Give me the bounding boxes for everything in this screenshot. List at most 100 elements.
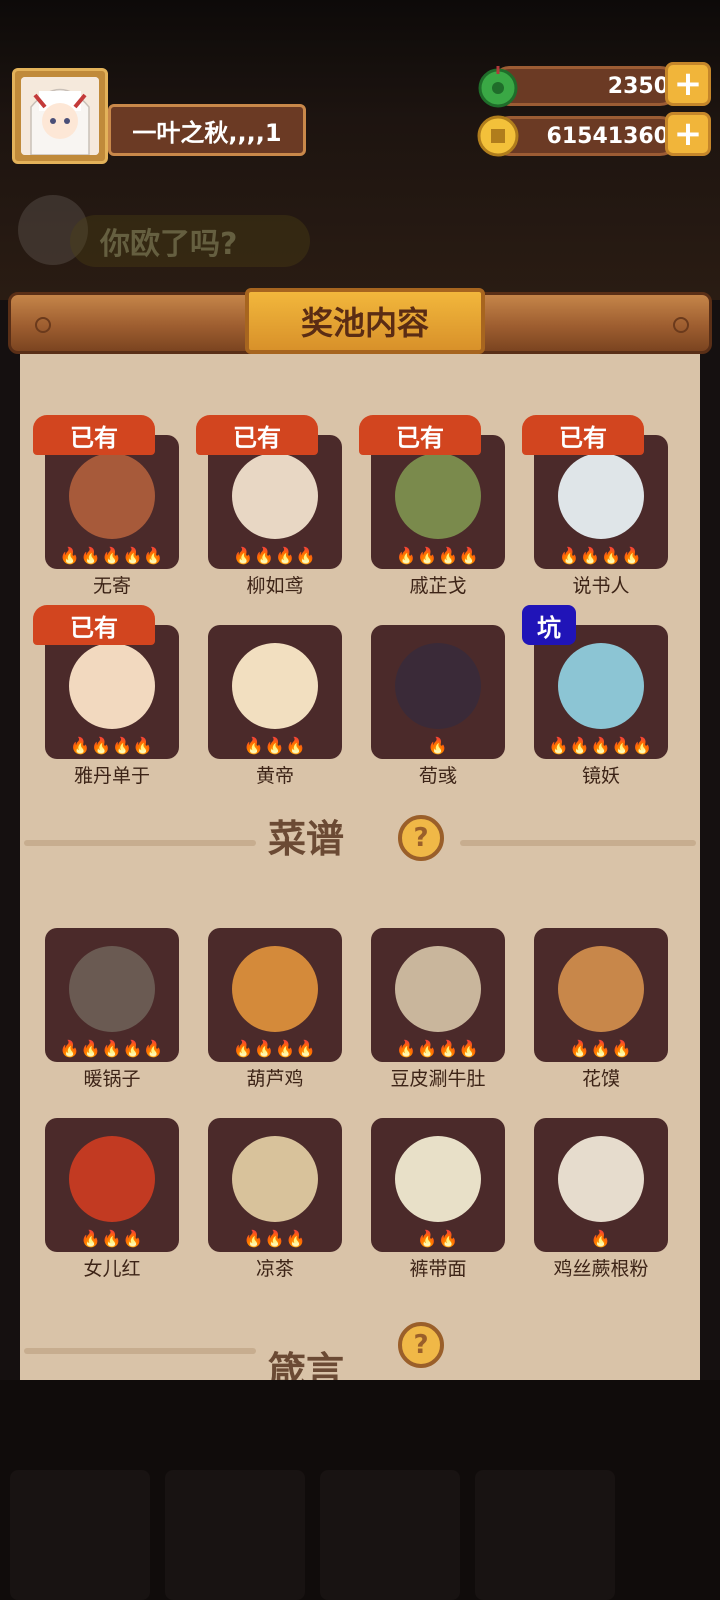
- background-slot: [10, 1470, 150, 1600]
- flame-icon: 🔥: [590, 736, 612, 755]
- owned-badge: 已有: [33, 415, 155, 455]
- flame-icon: 🔥: [438, 1229, 459, 1248]
- rarity-flames: 🔥🔥🔥: [208, 1229, 342, 1248]
- add-jade-button[interactable]: +: [665, 62, 711, 106]
- flame-icon: 🔥: [590, 1039, 612, 1058]
- flame-icon: 🔥: [580, 546, 601, 565]
- character-name: 雅丹单于: [73, 765, 150, 787]
- owned-badge: 已有: [33, 605, 155, 645]
- recipe-card[interactable]: 🔥🔥🔥🔥: [371, 928, 505, 1062]
- flame-icon: 🔥: [264, 1229, 286, 1248]
- rarity-flames: 🔥🔥🔥🔥: [208, 546, 342, 565]
- flame-icon: 🔥: [427, 736, 449, 755]
- jade-icon: [478, 66, 518, 108]
- panel-title: 奖池内容: [245, 288, 485, 354]
- recipe-portrait: [558, 946, 644, 1032]
- character-card[interactable]: 🔥🔥🔥: [208, 625, 342, 759]
- rarity-flames: 🔥🔥🔥🔥: [45, 736, 179, 755]
- character-card[interactable]: 🔥🔥🔥🔥🔥: [45, 435, 179, 569]
- character-card[interactable]: 🔥🔥🔥🔥: [45, 625, 179, 759]
- recipe-portrait: [232, 946, 318, 1032]
- character-name: 荀彧: [418, 765, 457, 787]
- background-banner: 你欧了吗?: [70, 215, 310, 267]
- character-name: 无寄: [92, 575, 131, 597]
- character-portrait: [232, 643, 318, 729]
- recipe-name: 裤带面: [409, 1258, 467, 1280]
- flame-icon: 🔥: [275, 546, 296, 565]
- character-portrait: [558, 643, 644, 729]
- next-section-help-icon[interactable]: ?: [398, 1322, 444, 1368]
- flame-icon: 🔥: [438, 1039, 459, 1058]
- character-card[interactable]: 🔥: [371, 625, 505, 759]
- flame-icon: 🔥: [590, 1229, 612, 1248]
- character-name: 镜妖: [581, 765, 620, 787]
- flame-icon: 🔥: [59, 546, 81, 565]
- rarity-flames: 🔥: [371, 736, 505, 755]
- character-portrait: [558, 453, 644, 539]
- flame-icon: 🔥: [254, 1039, 275, 1058]
- character-card[interactable]: 🔥🔥🔥🔥🔥: [534, 625, 668, 759]
- flame-icon: 🔥: [122, 1039, 144, 1058]
- recipe-card[interactable]: 🔥🔥🔥: [45, 1118, 179, 1252]
- background-bottom: [0, 1380, 720, 1600]
- recipe-portrait: [69, 946, 155, 1032]
- background-slot: [475, 1470, 615, 1600]
- recipe-card[interactable]: 🔥🔥: [371, 1118, 505, 1252]
- flame-icon: 🔥: [632, 736, 654, 755]
- character-card[interactable]: 🔥🔥🔥🔥: [371, 435, 505, 569]
- flame-icon: 🔥: [143, 546, 165, 565]
- player-name: 一叶之秋,,,,1: [108, 104, 306, 156]
- flame-icon: 🔥: [295, 1039, 317, 1058]
- flame-icon: 🔥: [548, 736, 570, 755]
- character-name: 黄帝: [255, 765, 294, 787]
- recipe-card[interactable]: 🔥🔥🔥🔥: [208, 928, 342, 1062]
- recipes-help-icon[interactable]: ?: [398, 815, 444, 861]
- owned-badge: 已有: [359, 415, 481, 455]
- coin-icon: [477, 115, 519, 157]
- flame-icon: 🔥: [80, 1039, 102, 1058]
- pit-badge: 坑: [522, 605, 576, 645]
- flame-icon: 🔥: [458, 1039, 480, 1058]
- character-card[interactable]: 🔥🔥🔥🔥: [208, 435, 342, 569]
- recipe-portrait: [558, 1136, 644, 1222]
- nail-icon: [35, 317, 51, 333]
- flame-icon: 🔥: [243, 736, 265, 755]
- recipe-card[interactable]: 🔥🔥🔥: [208, 1118, 342, 1252]
- recipe-portrait: [69, 1136, 155, 1222]
- flame-icon: 🔥: [233, 1039, 255, 1058]
- rarity-flames: 🔥🔥🔥: [45, 1229, 179, 1248]
- rarity-flames: 🔥🔥: [371, 1229, 505, 1248]
- recipe-card[interactable]: 🔥🔥🔥: [534, 928, 668, 1062]
- flame-icon: 🔥: [143, 1039, 165, 1058]
- recipe-card[interactable]: 🔥: [534, 1118, 668, 1252]
- recipe-portrait: [395, 946, 481, 1032]
- flame-icon: 🔥: [275, 1039, 296, 1058]
- section-divider: [460, 840, 696, 846]
- character-portrait: [69, 453, 155, 539]
- rarity-flames: 🔥🔥🔥🔥🔥: [534, 736, 668, 755]
- flame-icon: 🔥: [112, 736, 133, 755]
- flame-icon: 🔥: [458, 546, 480, 565]
- nail-icon: [673, 317, 689, 333]
- recipe-name: 葫芦鸡: [246, 1068, 304, 1090]
- prize-pool-panel[interactable]: 🔥🔥🔥🔥🔥 已有 无寄 🔥🔥🔥🔥 已有 柳如鸢 🔥🔥🔥🔥 已有 戚芷戈 🔥🔥🔥🔥 已有 说书人 🔥🔥🔥🔥…: [20, 340, 700, 1390]
- rarity-flames: 🔥🔥🔥: [534, 1039, 668, 1058]
- flame-icon: 🔥: [285, 736, 307, 755]
- character-portrait: [395, 453, 481, 539]
- flame-icon: 🔥: [59, 1039, 81, 1058]
- flame-icon: 🔥: [621, 546, 643, 565]
- rarity-flames: 🔥🔥🔥🔥: [371, 1039, 505, 1058]
- rarity-flames: 🔥🔥🔥🔥🔥: [45, 546, 179, 565]
- flame-icon: 🔥: [569, 736, 591, 755]
- recipes-section-title: 菜谱: [267, 817, 344, 861]
- flame-icon: 🔥: [101, 546, 123, 565]
- flame-icon: 🔥: [396, 1039, 418, 1058]
- background-slot: [165, 1470, 305, 1600]
- flame-icon: 🔥: [264, 736, 286, 755]
- owned-badge: 已有: [522, 415, 644, 455]
- add-coin-button[interactable]: +: [665, 112, 711, 156]
- recipe-card[interactable]: 🔥🔥🔥🔥🔥: [45, 928, 179, 1062]
- rarity-flames: 🔥🔥🔥🔥: [208, 1039, 342, 1058]
- avatar[interactable]: [12, 68, 108, 164]
- character-card[interactable]: 🔥🔥🔥🔥: [534, 435, 668, 569]
